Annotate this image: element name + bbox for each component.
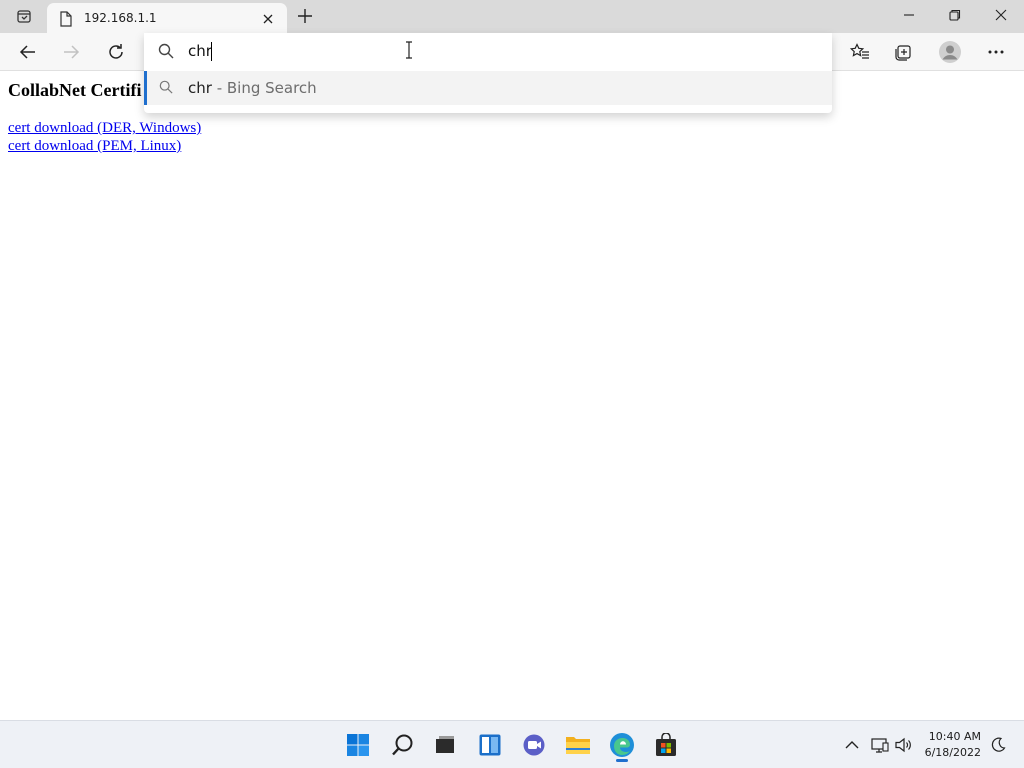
clock-time[interactable]: 10:40 AM (929, 730, 981, 743)
tab-strip: 192.168.1.1 (0, 0, 1024, 33)
taskbar-search-icon (392, 734, 413, 756)
suggestion-query: chr (188, 79, 212, 97)
back-icon (19, 45, 35, 59)
widgets-icon (479, 734, 501, 756)
file-explorer-button[interactable] (562, 729, 594, 761)
collections-icon (895, 45, 911, 61)
text-caret (211, 42, 212, 61)
store-button[interactable] (650, 729, 682, 761)
suggestion-provider: - Bing Search (211, 79, 317, 97)
tab-title: 192.168.1.1 (84, 11, 157, 25)
taskbar-search-button[interactable] (387, 729, 419, 761)
favorites-button[interactable] (845, 37, 875, 67)
store-icon (656, 733, 676, 756)
cert-download-der-link[interactable]: cert download (DER, Windows) (8, 120, 201, 137)
more-icon (988, 50, 1004, 54)
cert-download-pem-link[interactable]: cert download (PEM, Linux) (8, 138, 181, 155)
notification-button[interactable] (988, 735, 1008, 755)
profile-icon (939, 41, 961, 63)
volume-button[interactable] (894, 735, 914, 755)
file-explorer-icon (566, 737, 590, 754)
start-button[interactable] (342, 729, 374, 761)
network-button[interactable] (870, 735, 890, 755)
address-bar[interactable]: chr (144, 33, 832, 70)
chat-button[interactable] (518, 729, 550, 761)
show-hidden-icons-button[interactable] (842, 735, 862, 755)
minimize-button[interactable] (886, 0, 932, 30)
window-close-icon (995, 9, 1007, 21)
task-view-icon (436, 736, 454, 753)
restore-icon (949, 9, 961, 21)
search-suggestion[interactable]: chr - Bing Search (144, 71, 832, 105)
task-view-button[interactable] (429, 729, 461, 761)
more-button[interactable] (981, 37, 1011, 67)
forward-icon (64, 45, 80, 59)
active-app-indicator (616, 759, 628, 762)
search-icon (158, 43, 174, 59)
widgets-button[interactable] (474, 729, 506, 761)
plus-icon (298, 9, 312, 23)
page-content: CollabNet Certifi cert download (DER, Wi… (0, 72, 1024, 720)
page-heading: CollabNet Certifi (8, 80, 142, 100)
browser-tab[interactable]: 192.168.1.1 (47, 3, 287, 33)
chevron-up-icon (845, 741, 859, 749)
new-tab-button[interactable] (292, 4, 318, 28)
volume-icon (895, 737, 911, 753)
close-icon (263, 14, 273, 24)
forward-button[interactable] (56, 37, 86, 67)
taskbar: 10:40 AM 6/18/2022 (0, 720, 1024, 768)
address-bar-dropdown: chr chr - Bing Search (144, 33, 832, 113)
page-icon (60, 11, 72, 27)
tab-actions-button[interactable] (8, 4, 40, 28)
windows-start-icon (347, 734, 369, 756)
window-close-button[interactable] (978, 0, 1024, 30)
refresh-button[interactable] (101, 37, 131, 67)
refresh-icon (109, 44, 123, 59)
back-button[interactable] (13, 37, 43, 67)
collections-button[interactable] (889, 37, 919, 67)
edge-taskbar-button[interactable] (606, 729, 638, 762)
search-icon (159, 80, 173, 94)
favorites-icon (850, 43, 869, 59)
network-icon (871, 738, 889, 753)
notification-icon (991, 737, 1006, 752)
tab-actions-icon (17, 10, 31, 23)
profile-button[interactable] (935, 37, 965, 67)
restore-button[interactable] (932, 0, 978, 30)
text-cursor-icon (406, 41, 412, 59)
edge-icon (610, 733, 634, 757)
chat-icon (523, 734, 545, 756)
minimize-icon (904, 14, 914, 16)
clock-date[interactable]: 6/18/2022 (925, 746, 981, 759)
address-bar-input[interactable]: chr (188, 42, 212, 60)
tab-close-button[interactable] (257, 8, 279, 30)
